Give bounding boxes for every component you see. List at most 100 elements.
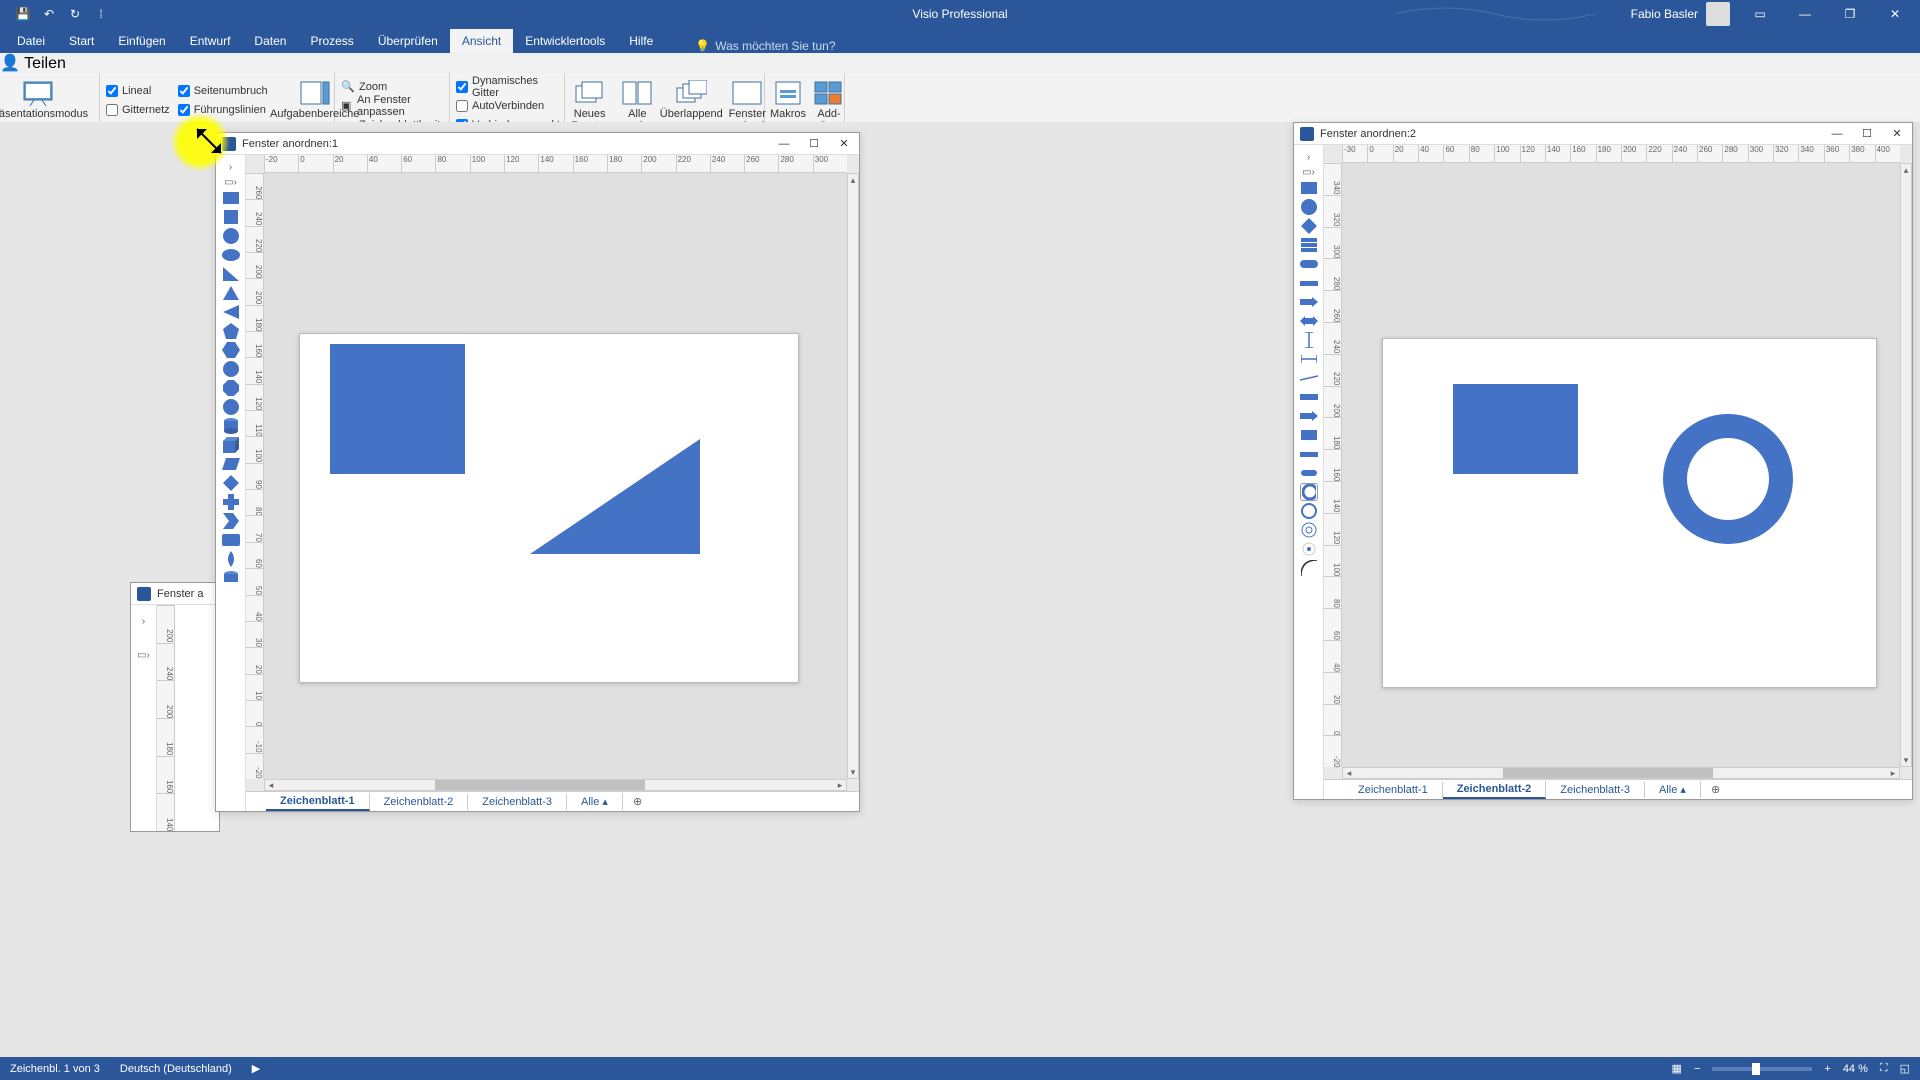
child-window-1[interactable]: Fenster anordnen:1 — ☐ ✕ › ▭›: [215, 132, 860, 812]
checkbox-seitenumbruch[interactable]: Seitenumbruch: [178, 82, 268, 99]
zoom-slider[interactable]: [1712, 1067, 1812, 1071]
close-icon[interactable]: ✕: [829, 133, 859, 155]
chevron-right-icon[interactable]: ›: [136, 613, 152, 630]
zoom-handle[interactable]: [1752, 1063, 1760, 1075]
tab-prozess[interactable]: Prozess: [298, 29, 365, 53]
zoom-level[interactable]: 44 %: [1843, 1063, 1868, 1075]
redo-icon[interactable]: ↻: [67, 6, 83, 22]
shape-cross[interactable]: [222, 493, 240, 511]
shape-ring-thin[interactable]: [1300, 502, 1318, 520]
shape-drop[interactable]: [222, 550, 240, 568]
sheet-tab-all[interactable]: Alle ▴: [567, 793, 623, 810]
shape-square[interactable]: [222, 208, 240, 226]
shape-ellipse[interactable]: [222, 246, 240, 264]
shape-pill[interactable]: [1300, 255, 1318, 273]
shape-pill-small[interactable]: [1300, 464, 1318, 482]
shape-parallelogram[interactable]: [222, 455, 240, 473]
scroll-left-icon[interactable]: ◂: [265, 780, 277, 790]
view-presentation-icon[interactable]: ▦: [1672, 1062, 1682, 1075]
shape-ring-selected[interactable]: [1300, 483, 1318, 501]
shape-left-triangle[interactable]: [222, 303, 240, 321]
tab-entwicklertools[interactable]: Entwicklertools: [513, 29, 617, 53]
zoom-button[interactable]: 🔍Zoom: [341, 78, 446, 95]
fit-page-icon[interactable]: ⛶: [1880, 1062, 1888, 1075]
shape-bracket-v[interactable]: [1300, 331, 1318, 349]
sheet-tab-2[interactable]: Zeichenblatt-2: [1443, 781, 1547, 799]
shape-hexagon[interactable]: [222, 341, 240, 359]
scroll-thumb[interactable]: [1503, 768, 1713, 778]
maximize-icon[interactable]: ☐: [1852, 123, 1882, 145]
child-window-2[interactable]: Fenster anordnen:2 — ☐ ✕ › ▭›: [1293, 122, 1913, 800]
tab-einfuegen[interactable]: Einfügen: [106, 29, 177, 53]
share-button[interactable]: 👤 Teilen: [0, 53, 1920, 73]
chevron-right-icon[interactable]: ›: [1301, 149, 1317, 166]
drawn-ring[interactable]: [1663, 414, 1793, 544]
checkbox-dynamisches-gitter[interactable]: Dynamisches Gitter: [456, 78, 566, 95]
drawn-square[interactable]: [330, 344, 465, 474]
restore-icon[interactable]: ❐: [1835, 4, 1865, 24]
shape-chevron[interactable]: [222, 512, 240, 530]
shape-cylinder[interactable]: [222, 417, 240, 435]
fit-window-button[interactable]: ▣An Fenster anpassen: [341, 97, 446, 114]
tab-hilfe[interactable]: Hilfe: [617, 29, 665, 53]
sheet-tab-1[interactable]: Zeichenblatt-1: [266, 793, 370, 811]
presentation-mode-button[interactable]: Präsentationsmodus: [6, 76, 70, 120]
scrollbar-horizontal[interactable]: ◂ ▸: [1342, 767, 1900, 779]
drawing-canvas[interactable]: [1342, 163, 1900, 767]
chevron-right-icon[interactable]: ›: [223, 159, 239, 176]
shape-circle[interactable]: [222, 227, 240, 245]
shape-diamond[interactable]: [1300, 217, 1318, 235]
checkbox-gitternetz[interactable]: Gitternetz: [106, 101, 170, 118]
sheet-tab-1[interactable]: Zeichenblatt-1: [1344, 782, 1443, 798]
shape-bracket-h[interactable]: [1300, 350, 1318, 368]
shape-cube[interactable]: [222, 436, 240, 454]
shape-triangle[interactable]: [222, 284, 240, 302]
scroll-up-icon[interactable]: ▴: [848, 174, 858, 186]
fullscreen-icon[interactable]: ◱: [1900, 1062, 1910, 1075]
shape-circle2[interactable]: [222, 398, 240, 416]
drawn-rectangle[interactable]: [1453, 384, 1578, 474]
ribbon-display-options-icon[interactable]: ▭: [1745, 4, 1775, 24]
close-icon[interactable]: ✕: [1880, 4, 1910, 24]
shape-bar-thin[interactable]: [1300, 274, 1318, 292]
scrollbar-vertical[interactable]: ▴ ▾: [1900, 163, 1912, 767]
maximize-icon[interactable]: ☐: [799, 133, 829, 155]
sheet-tab-all[interactable]: Alle ▴: [1645, 781, 1701, 798]
drawn-triangle[interactable]: [530, 439, 700, 554]
scroll-thumb[interactable]: [435, 780, 645, 790]
child-window-titlebar[interactable]: Fenster anordnen:2 — ☐ ✕: [1294, 123, 1912, 145]
shape-right-triangle[interactable]: [222, 265, 240, 283]
checkbox-lineal[interactable]: Lineal: [106, 82, 170, 99]
scrollbar-horizontal[interactable]: ◂ ▸: [264, 779, 847, 791]
shape-arrow-thick[interactable]: [1300, 407, 1318, 425]
scroll-down-icon[interactable]: ▾: [848, 766, 858, 778]
shape-target[interactable]: [1300, 521, 1318, 539]
shape-tool-icon[interactable]: ▭›: [224, 177, 237, 188]
shape-tool-icon[interactable]: ▭›: [1302, 167, 1315, 178]
add-sheet-icon[interactable]: ⊕: [623, 793, 652, 810]
shape-arrow-right[interactable]: [1300, 293, 1318, 311]
save-icon[interactable]: 💾: [15, 6, 31, 22]
sheet-tab-3[interactable]: Zeichenblatt-3: [468, 794, 567, 810]
shape-arrow-bi[interactable]: [1300, 312, 1318, 330]
shape-arc[interactable]: [1300, 559, 1318, 577]
drawing-canvas[interactable]: [264, 173, 847, 779]
shape-pentagon[interactable]: [222, 322, 240, 340]
shape-rect-small[interactable]: [1300, 426, 1318, 444]
shape-octagon[interactable]: [222, 379, 240, 397]
tell-me-search[interactable]: 💡 Was möchten Sie tun?: [695, 39, 835, 53]
zoom-in-icon[interactable]: +: [1824, 1063, 1830, 1075]
tab-daten[interactable]: Daten: [242, 29, 298, 53]
shape-rectangle[interactable]: [1300, 179, 1318, 197]
shape-dot[interactable]: [1300, 540, 1318, 558]
minimize-icon[interactable]: —: [769, 133, 799, 155]
shape-circle[interactable]: [1300, 198, 1318, 216]
minimize-icon[interactable]: —: [1790, 4, 1820, 24]
shape-tool-icon[interactable]: ▭›: [137, 650, 150, 661]
sheet-tab-2[interactable]: Zeichenblatt-2: [370, 794, 469, 810]
tab-datei[interactable]: Datei: [5, 29, 57, 53]
tab-ueberpruefen[interactable]: Überprüfen: [366, 29, 450, 53]
child-window-titlebar[interactable]: Fenster anordnen:1 — ☐ ✕: [216, 133, 859, 155]
macro-record-icon[interactable]: ▶: [252, 1062, 260, 1075]
user-account[interactable]: Fabio Basler: [1631, 2, 1730, 26]
